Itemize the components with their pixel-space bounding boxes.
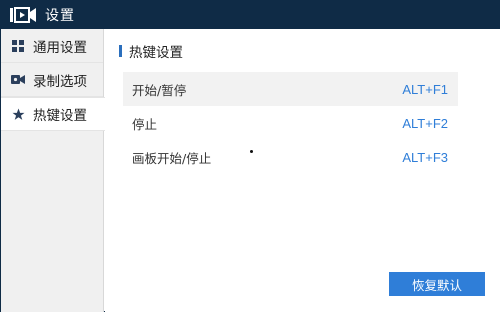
hotkey-action-label: 画板开始/停止 xyxy=(132,150,212,166)
sidebar-item-label: 通用设置 xyxy=(33,39,87,56)
hotkey-action-label: 停止 xyxy=(132,116,158,132)
hotkey-list: 开始/暂停 ALT+F1 停止 ALT+F2 画板开始/停止 ALT+F3 xyxy=(123,72,458,174)
star-icon xyxy=(11,107,25,121)
restore-defaults-button[interactable]: 恢复默认 xyxy=(389,272,485,296)
hotkey-shortcut[interactable]: ALT+F1 xyxy=(402,82,448,97)
video-recorder-logo-icon xyxy=(5,1,41,29)
hotkey-action-label: 开始/暂停 xyxy=(132,82,187,98)
section-title: 热键设置 xyxy=(119,41,183,61)
hotkey-shortcut[interactable]: ALT+F2 xyxy=(402,116,448,131)
sidebar-item-label: 热键设置 xyxy=(33,108,87,124)
video-camera-icon xyxy=(11,73,25,87)
section-marker xyxy=(119,45,122,57)
hotkey-row-start-pause[interactable]: 开始/暂停 ALT+F1 xyxy=(123,72,458,106)
section-title-text: 热键设置 xyxy=(129,45,183,61)
sidebar-item-general[interactable]: 通用设置 xyxy=(1,29,103,63)
grid-icon xyxy=(11,39,25,53)
window-title: 设置 xyxy=(45,8,75,24)
sidebar-item-recording[interactable]: 录制选项 xyxy=(1,63,103,97)
sidebar-item-label: 录制选项 xyxy=(33,73,87,90)
hotkey-shortcut[interactable]: ALT+F3 xyxy=(402,150,448,165)
sidebar-item-hotkeys[interactable]: 热键设置 xyxy=(1,97,105,131)
sidebar: 通用设置 录制选项 热键设置 xyxy=(1,29,105,312)
hotkey-row-stop[interactable]: 停止 ALT+F2 xyxy=(123,106,458,140)
mouse-cursor xyxy=(250,150,253,153)
hotkey-row-board-start-stop[interactable]: 画板开始/停止 ALT+F3 xyxy=(123,140,458,174)
title-bar[interactable]: 设置 xyxy=(1,1,500,29)
main-panel: 热键设置 开始/暂停 ALT+F1 停止 ALT+F2 画板开始/停止 ALT+… xyxy=(105,29,500,312)
settings-window: 设置 通用设置 录制选项 热键设置 热键设置 开始/暂停 ALT+F1 停止 A… xyxy=(0,0,500,312)
